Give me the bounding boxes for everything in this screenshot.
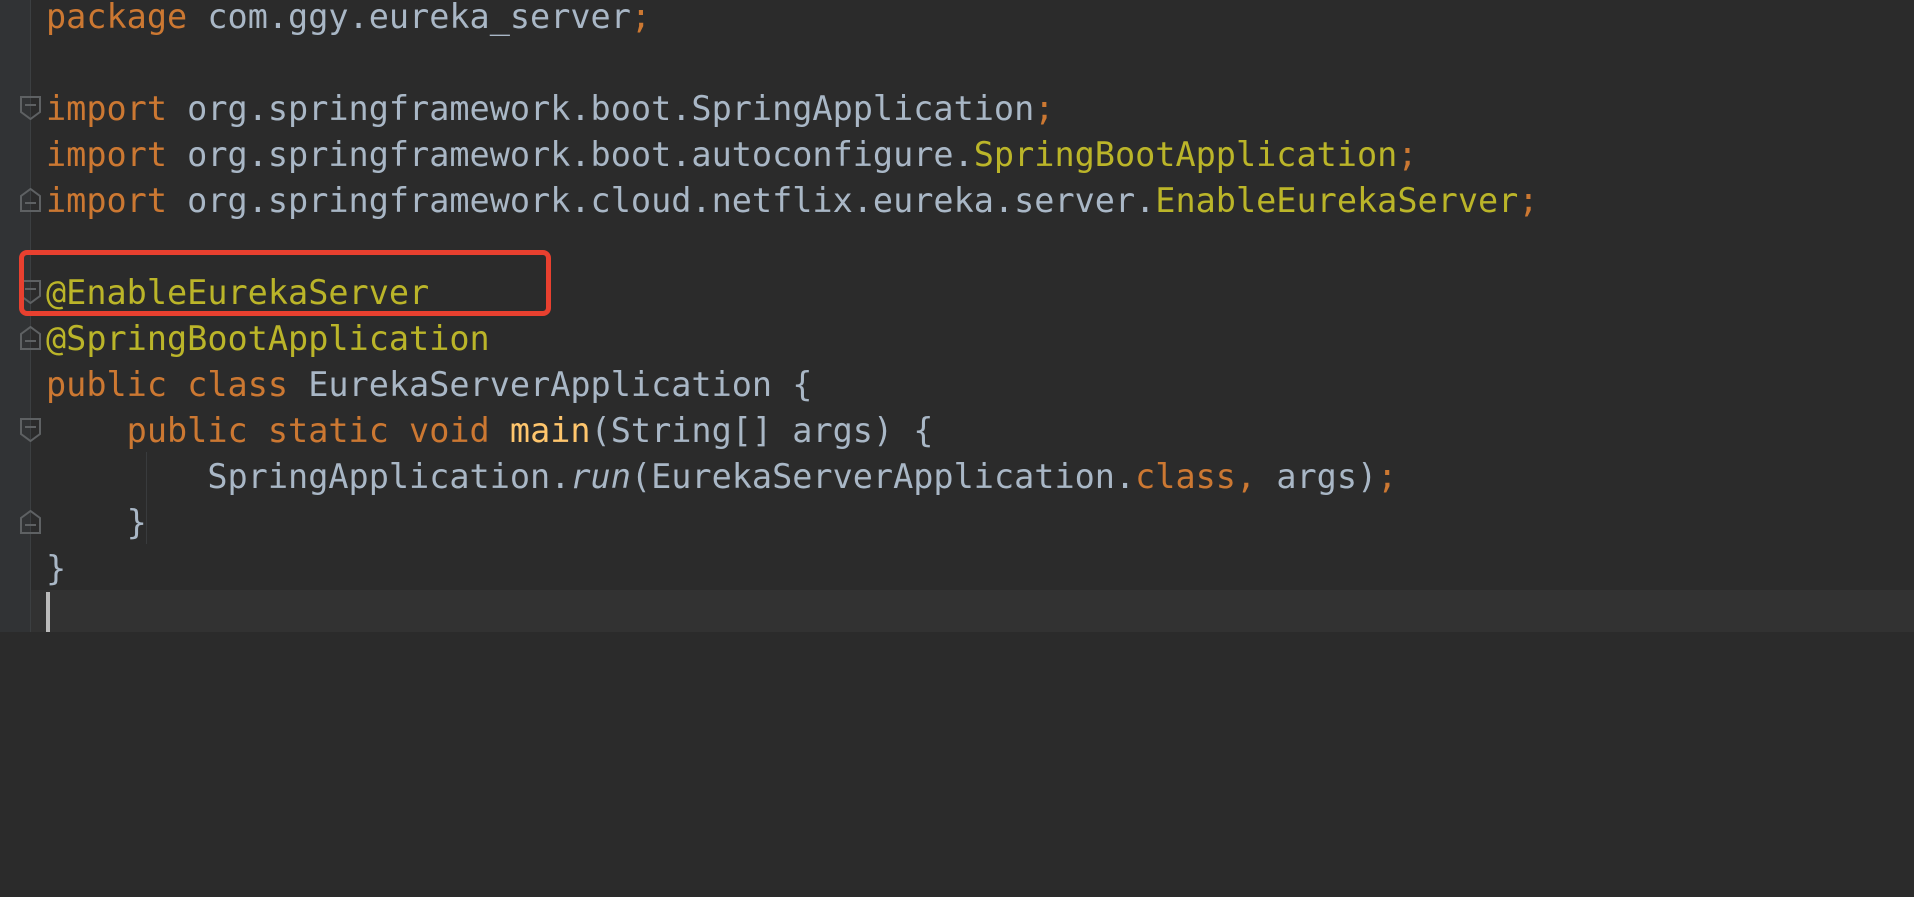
fold-end-icon[interactable] bbox=[19, 326, 42, 350]
keyword-token: import bbox=[46, 89, 168, 128]
code-line-13: } bbox=[46, 546, 66, 592]
code-line-1: package com.ggy.eureka_server; bbox=[46, 0, 651, 40]
identifier-token: com.ggy.eureka_server bbox=[187, 0, 631, 36]
comma-token: , bbox=[1235, 457, 1277, 496]
keyword-token: package bbox=[46, 0, 188, 36]
fold-start-icon[interactable] bbox=[19, 418, 42, 442]
keyword-token: import bbox=[46, 181, 168, 220]
keyword-token: class bbox=[187, 365, 289, 404]
code-line-9: public class EurekaServerApplication { bbox=[46, 362, 812, 408]
annotation-highlight-box bbox=[19, 250, 551, 316]
keyword-token: import bbox=[46, 135, 168, 174]
brace-token: } bbox=[46, 503, 147, 542]
identifier-token: (String[] args) { bbox=[590, 411, 934, 450]
annotation-token: @SpringBootApplication bbox=[46, 319, 490, 358]
static-method-token: run bbox=[570, 457, 631, 496]
code-editor[interactable]: package com.ggy.eureka_server; import or… bbox=[0, 0, 1914, 632]
code-line-3: import org.springframework.boot.SpringAp… bbox=[46, 86, 1054, 132]
identifier-token: org.springframework.boot.autoconfigure. bbox=[167, 135, 974, 174]
code-area[interactable]: package com.ggy.eureka_server; import or… bbox=[46, 0, 1539, 897]
current-line-highlight bbox=[31, 590, 1914, 632]
editor-gutter bbox=[0, 0, 30, 632]
keyword-token: public bbox=[46, 365, 168, 404]
semicolon-token: ; bbox=[1397, 135, 1418, 174]
code-line-12: } bbox=[46, 500, 147, 546]
identifier-token: (EurekaServerApplication. bbox=[630, 457, 1136, 496]
method-name-token: main bbox=[509, 411, 591, 450]
semicolon-token: ; bbox=[1518, 181, 1539, 220]
code-line-4: import org.springframework.boot.autoconf… bbox=[46, 132, 1417, 178]
semicolon-token: ; bbox=[1034, 89, 1055, 128]
fold-end-icon[interactable] bbox=[19, 510, 42, 534]
fold-start-icon[interactable] bbox=[19, 96, 42, 120]
code-line-5: import org.springframework.cloud.netflix… bbox=[46, 178, 1539, 224]
keyword-token: void bbox=[409, 411, 490, 450]
keyword-token: static bbox=[267, 411, 389, 450]
code-line-8: @SpringBootApplication bbox=[46, 316, 490, 362]
fold-end-icon[interactable] bbox=[19, 188, 42, 212]
brace-token: } bbox=[46, 549, 67, 588]
identifier-token: args) bbox=[1276, 457, 1378, 496]
keyword-token: class bbox=[1135, 457, 1236, 496]
gutter-divider bbox=[30, 0, 31, 632]
code-line-11: SpringApplication.run(EurekaServerApplic… bbox=[46, 454, 1397, 500]
keyword-token: public bbox=[46, 411, 248, 450]
annotation-type-token: SpringBootApplication bbox=[973, 135, 1398, 174]
code-line-10: public static void main(String[] args) { bbox=[46, 408, 934, 454]
annotation-type-token: EnableEurekaServer bbox=[1155, 181, 1519, 220]
identifier-token: EurekaServerApplication { bbox=[288, 365, 813, 404]
semicolon-token: ; bbox=[630, 0, 652, 36]
identifier-token: SpringApplication. bbox=[46, 457, 571, 496]
identifier-token: org.springframework.cloud.netflix.eureka… bbox=[167, 181, 1156, 220]
semicolon-token: ; bbox=[1377, 457, 1398, 496]
identifier-token: org.springframework.boot.SpringApplicati… bbox=[167, 89, 1035, 128]
